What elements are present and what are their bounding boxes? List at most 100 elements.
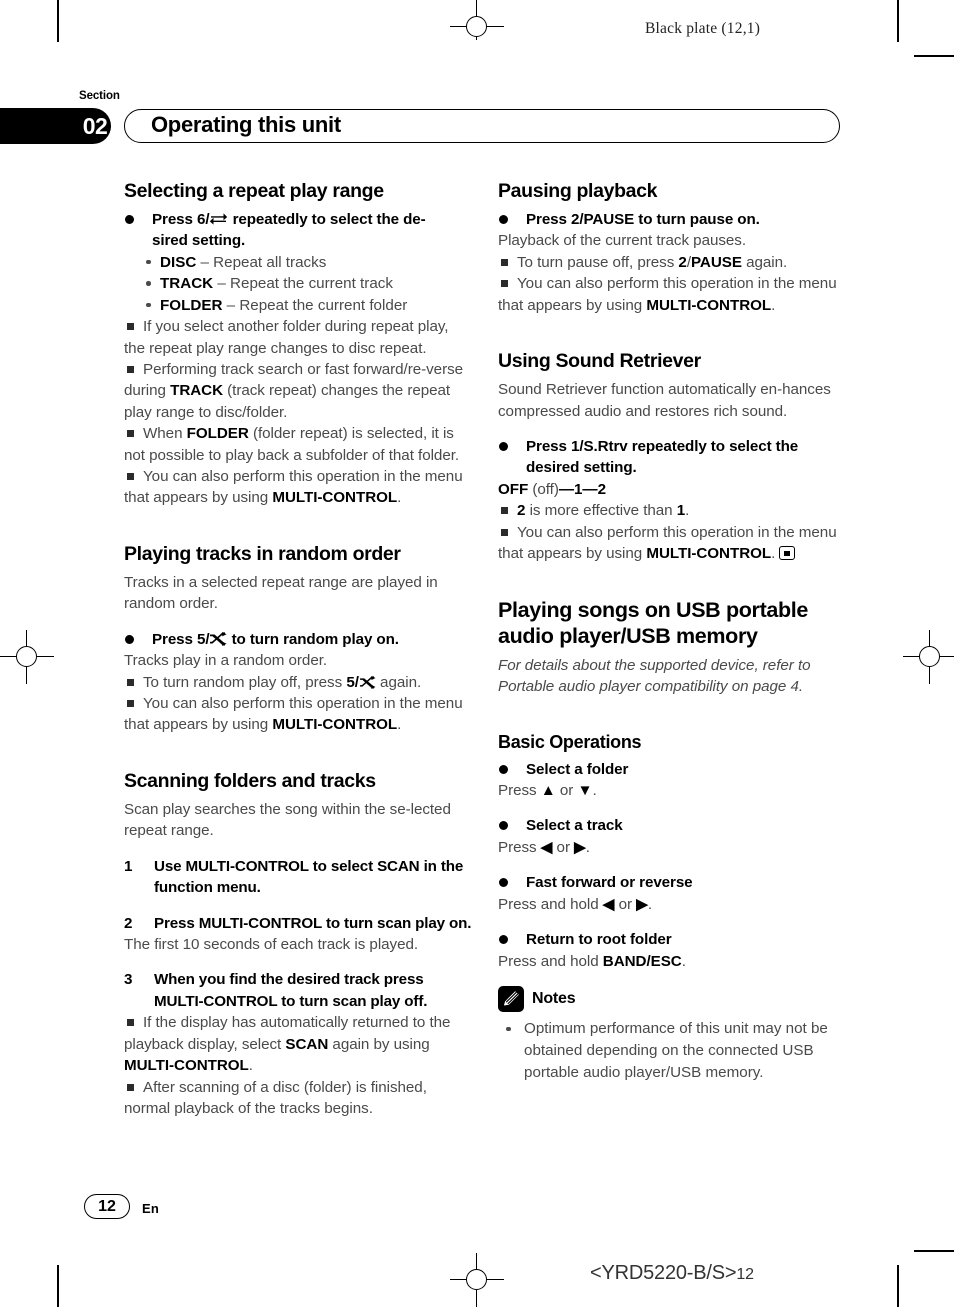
right-column: Pausing playback Press 2/PAUSE to turn p… [498,180,846,1084]
repeat-instruction: Press 6/ repeatedly to select the de- si… [124,209,472,252]
left-column: Selecting a repeat play range Press 6/ r… [124,180,472,1119]
model-code-main: <YRD5220-B/S> [590,1262,737,1284]
square-bullet-icon [127,1083,134,1091]
scan-note-2-text: After scanning of a disc (folder) is fin… [124,1078,427,1117]
band-esc-key: BAND/ESC [602,952,682,970]
square-bullet-icon [127,365,134,373]
crop-mark-bottom-right [897,1265,899,1307]
right-arrow-icon: ▶ [636,895,648,913]
usb-op-0-post: . [592,782,597,800]
random-note-1: To turn random play off, press 5/ again. [124,672,472,693]
pause-note-1-key-name: PAUSE [690,253,742,271]
retriever-setting-off: OFF [498,480,529,498]
scan-step-3-text: When you find the desired track press MU… [154,971,428,1010]
plate-note: Black plate (12,1) [645,20,761,37]
usb-op-fast-forward-reverse: Fast forward or reverse [498,872,846,893]
crop-mark-bottom-left [57,1265,59,1307]
crop-mark-right-top-horizontal [914,55,954,57]
retriever-note-2: You can also perform this operation in t… [498,522,846,565]
usb-op-return-root-label: Return to root folder [526,931,672,949]
repeat-option-folder-term: FOLDER [160,296,223,314]
bullet-dot-icon [499,215,508,224]
repeat-instruction-text-c: sired setting. [152,232,246,250]
retriever-setting-off-paren: (off) [528,480,559,498]
square-bullet-icon [127,323,134,331]
shuffle-icon [209,631,228,646]
shuffle-icon [359,675,376,689]
registration-mark-icon-left [0,630,54,684]
usb-op-1-post: . [585,838,590,856]
bullet-dot-icon [499,441,508,451]
scan-note-1-term: SCAN [285,1035,329,1053]
pause-note-2-text-c: . [771,296,776,314]
scan-step-1: 1 Use MULTI-CONTROL to select SCAN in th… [124,856,472,899]
bullet-dot-icon [499,821,508,831]
usb-op-0-press: Press [498,782,541,800]
retriever-settings-sequence: OFF (off)—1—2 [498,479,846,500]
scan-note-1-term2: MULTI-CONTROL [124,1057,249,1075]
usb-op-return-root-action: Press and hold BAND/ESC. [498,951,846,972]
usb-op-3-press: Press and hold [498,952,603,970]
bullet-dot-icon [499,935,508,945]
usb-op-select-track-label: Select a track [526,817,623,835]
random-note-1-key: 5/ [346,673,359,691]
scan-note-1-text-c: again by using [328,1035,430,1053]
registration-mark-icon-right [903,630,954,684]
retriever-note-1: 2 is more effective than 1. [498,500,846,521]
repeat-note-2: Performing track search or fast forward/… [124,359,472,423]
scan-step-1-text: Use MULTI-CONTROL to select SCAN in the … [154,857,464,897]
random-result: Tracks play in a random order. [124,652,328,670]
repeat-option-folder-desc: – Repeat the current folder [222,296,408,314]
usb-op-select-track: Select a track [498,815,846,836]
scan-step-2-text: Press MULTI-CONTROL to turn scan play on… [154,914,472,932]
bullet-dot-icon [125,215,134,224]
square-bullet-icon [501,280,508,288]
pause-note-2-term: MULTI-CONTROL [646,296,772,314]
repeat-option-disc-term: DISC [160,253,197,271]
notes-title: Notes [532,989,576,1007]
random-note-1-text-a: To turn random play off, press [143,673,347,691]
bullet-dot-icon [125,634,134,644]
usb-op-1-press: Press [498,838,541,856]
usb-op-fast-forward-action: Press and hold ◀ or ▶. [498,894,846,915]
random-note-2-term: MULTI-CONTROL [272,716,398,734]
random-note-2-text-c: . [397,716,402,734]
pause-note-1-key-num: 2 [678,253,687,271]
scan-note-2: After scanning of a disc (folder) is fin… [124,1077,472,1120]
pause-note-1: To turn pause off, press 2/PAUSE again. [498,252,846,273]
retriever-instruction-text-a: Press 1/S.Rtrv repeatedly to select the [526,437,799,455]
usb-op-1-mid: or [552,838,575,856]
square-bullet-icon [501,528,508,536]
retriever-setting-2: 2 [597,480,606,498]
down-arrow-icon: ▼ [577,782,593,800]
heading-pausing-playback: Pausing playback [498,180,658,202]
usb-op-fast-forward-label: Fast forward or reverse [526,874,693,892]
repeat-note-4: You can also perform this operation in t… [124,466,472,509]
scan-step-2-number: 2 [124,914,133,932]
scan-step-2: 2 Press MULTI-CONTROL to turn scan play … [124,913,472,934]
retriever-note-1-text-d: . [685,502,690,520]
page-number: 12 [98,1198,116,1215]
retriever-instruction-text-b: desired setting. [526,459,637,477]
pause-note-1-text-e: again. [741,253,788,271]
repeat-note-4-text-c: . [397,489,402,507]
usb-op-select-folder: Select a folder [498,759,846,780]
scan-step-1-number: 1 [124,857,133,875]
usb-note-1: Optimum performance of this unit may not… [498,1018,846,1084]
retriever-note-1-text-b: is more effective than [525,502,677,520]
language-code: En [142,1201,160,1216]
heading-basic-operations: Basic Operations [498,731,642,752]
repeat-option-track-desc: – Repeat the current track [213,275,393,293]
square-bullet-icon [127,1019,134,1027]
repeat-option-disc: DISC – Repeat all tracks [124,252,472,273]
end-of-section-icon [779,546,796,561]
usb-op-3-post: . [681,952,686,970]
crop-mark-right-bottom-horizontal [914,1250,954,1252]
repeat-note-4-term: MULTI-CONTROL [272,489,398,507]
repeat-option-disc-desc: – Repeat all tracks [196,253,327,271]
scan-note-1-text-e: . [248,1057,253,1075]
right-arrow-icon: ▶ [574,838,586,856]
usb-op-2-mid: or [614,895,637,913]
bullet-dot-icon [499,878,508,888]
usb-op-return-root-folder: Return to root folder [498,929,846,950]
